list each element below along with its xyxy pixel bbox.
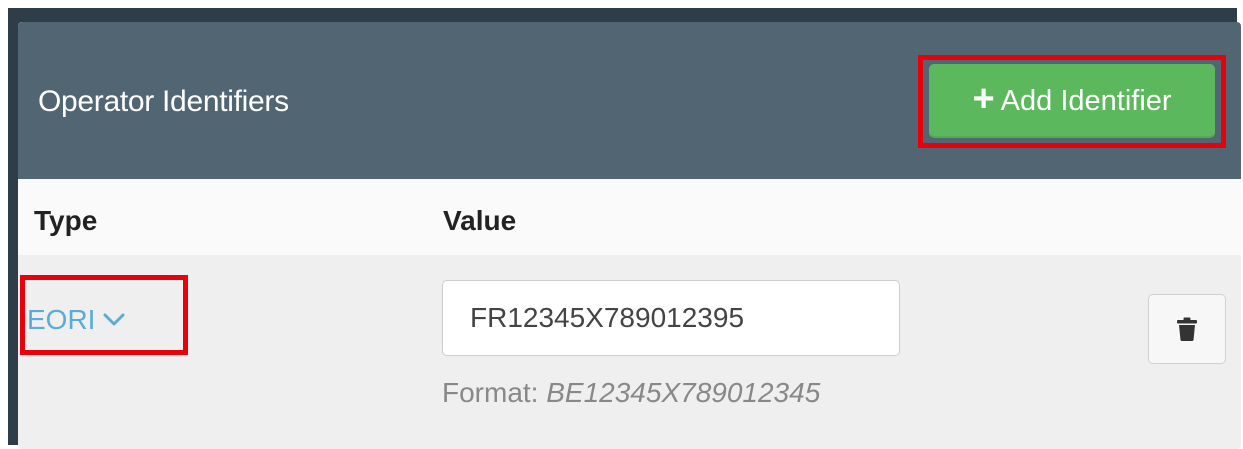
add-identifier-button[interactable]: + Add Identifier xyxy=(929,64,1215,138)
format-hint-label: Format: xyxy=(442,377,547,408)
table-header-row xyxy=(18,179,1241,255)
type-dropdown[interactable]: EORI xyxy=(27,294,177,346)
panel-title: Operator Identifiers xyxy=(38,85,289,118)
chevron-down-icon xyxy=(103,313,125,326)
panel-body: Operator Identifiers + Add Identifier Ty… xyxy=(18,22,1241,449)
plus-icon: + xyxy=(972,78,995,120)
panel-header: Operator Identifiers + Add Identifier xyxy=(18,22,1241,179)
type-dropdown-value: EORI xyxy=(27,304,96,335)
identifier-value-input[interactable] xyxy=(442,280,900,356)
delete-identifier-button[interactable] xyxy=(1148,294,1226,364)
operator-identifiers-panel: Operator Identifiers + Add Identifier Ty… xyxy=(8,8,1241,449)
column-header-value: Value xyxy=(443,205,517,236)
format-hint-example: BE12345X789012345 xyxy=(546,377,821,408)
screenshot-frame: Operator Identifiers + Add Identifier Ty… xyxy=(0,0,1243,449)
column-header-type: Type xyxy=(34,205,98,236)
add-identifier-label: Add Identifier xyxy=(1000,84,1172,117)
format-hint: Format: BE12345X789012345 xyxy=(442,377,820,409)
trash-icon xyxy=(1177,317,1197,341)
